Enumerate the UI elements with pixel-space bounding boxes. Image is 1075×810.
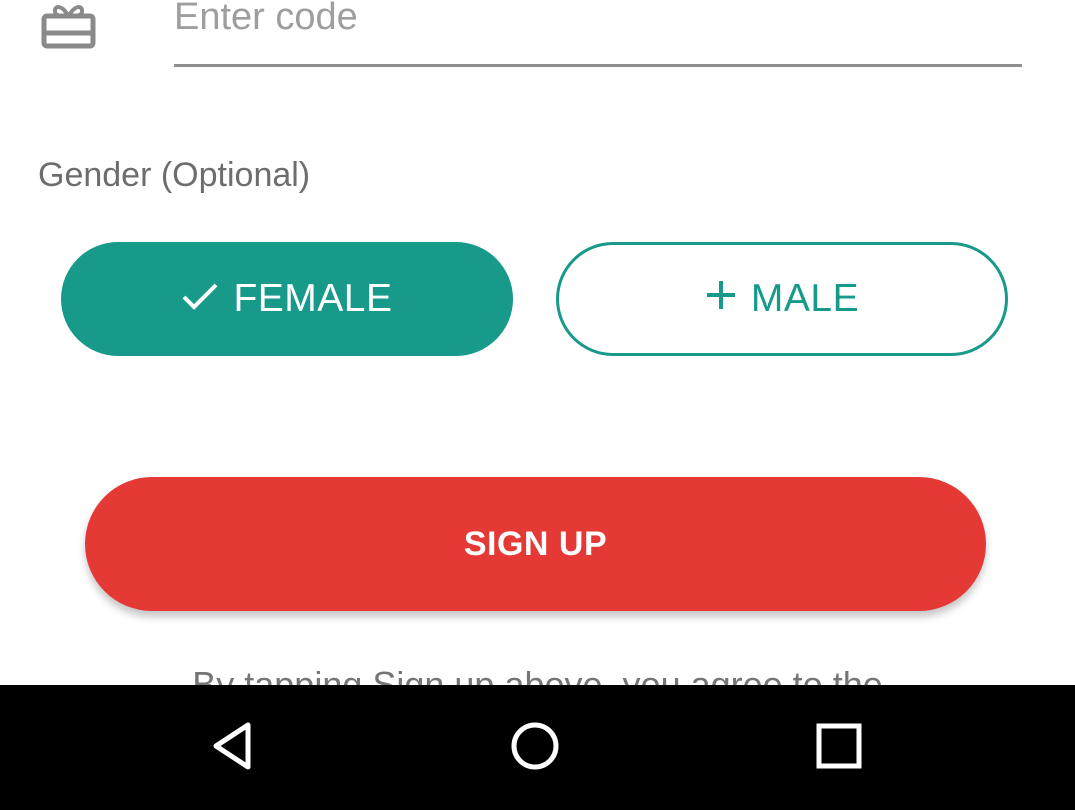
home-circle-icon [509, 720, 561, 777]
gender-female-chip[interactable]: FEMALE [61, 242, 513, 356]
system-navigation-bar [0, 685, 1075, 810]
nav-back-button[interactable] [188, 703, 278, 793]
recents-square-icon [815, 722, 863, 775]
referral-code-input[interactable] [174, 0, 1022, 48]
nav-recents-button[interactable] [794, 703, 884, 793]
check-icon [181, 277, 219, 321]
nav-home-button[interactable] [490, 703, 580, 793]
signup-screen: Gender (Optional) FEMALE MALE SIGN UP By… [0, 0, 1075, 810]
gender-male-chip[interactable]: MALE [556, 242, 1008, 356]
gender-female-label: FEMALE [233, 277, 393, 320]
gender-male-label: MALE [750, 277, 860, 320]
referral-code-underline [174, 64, 1022, 67]
sign-up-button-label: SIGN UP [463, 524, 608, 563]
referral-code-row [0, 0, 1075, 90]
gift-card-icon [40, 0, 98, 52]
gender-label: Gender (Optional) [38, 156, 311, 194]
sign-up-button[interactable]: SIGN UP [85, 477, 986, 611]
plus-icon [705, 277, 737, 321]
back-triangle-icon [208, 721, 258, 776]
